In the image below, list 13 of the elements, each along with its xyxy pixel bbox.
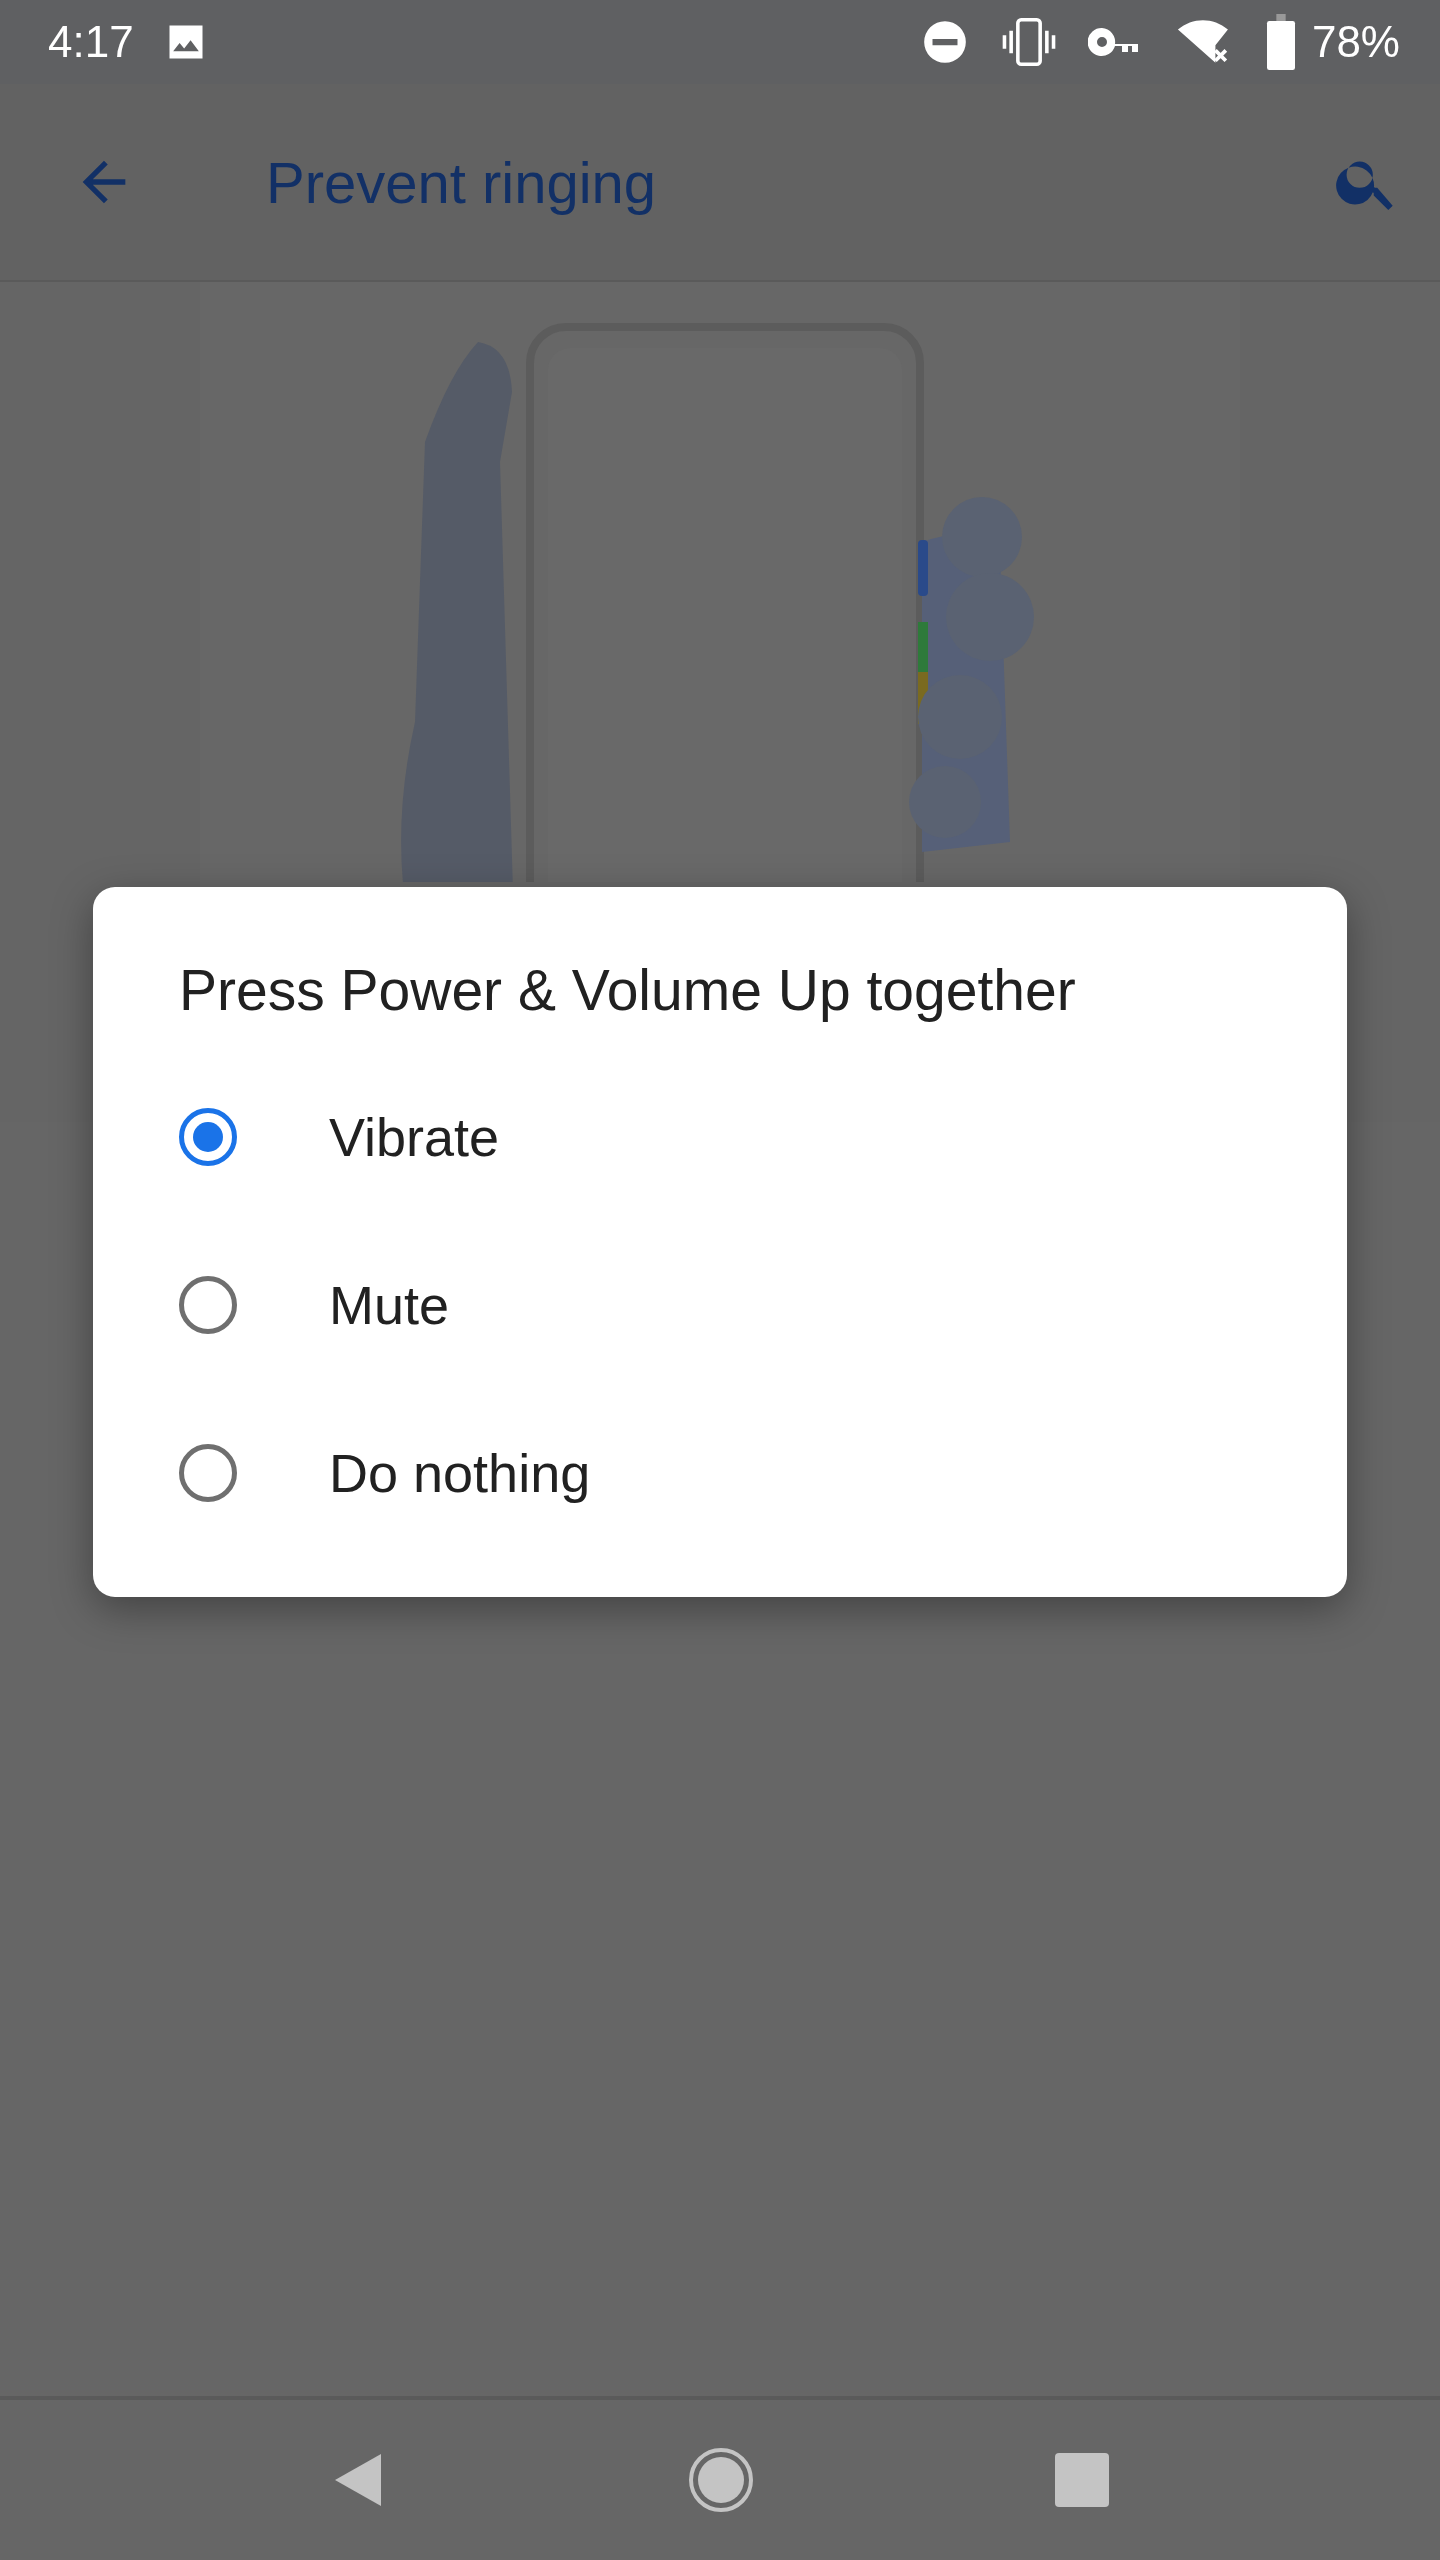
radio-option[interactable]: Vibrate <box>93 1053 1347 1221</box>
radio-option[interactable]: Do nothing <box>93 1389 1347 1557</box>
radio-button[interactable] <box>179 1276 237 1334</box>
radio-button[interactable] <box>179 1444 237 1502</box>
recents-square-icon[interactable] <box>1055 2453 1110 2507</box>
dialog-title: Press Power & Volume Up together <box>179 957 1077 1023</box>
battery-icon <box>1265 14 1296 70</box>
radio-option[interactable]: Mute <box>93 1221 1347 1389</box>
radio-button[interactable] <box>179 1108 237 1166</box>
home-circle-icon[interactable] <box>688 2447 754 2513</box>
battery-percentage: 78% <box>1311 17 1400 67</box>
status-time: 4:17 <box>48 17 134 67</box>
page-title: Prevent ringing <box>266 148 658 216</box>
